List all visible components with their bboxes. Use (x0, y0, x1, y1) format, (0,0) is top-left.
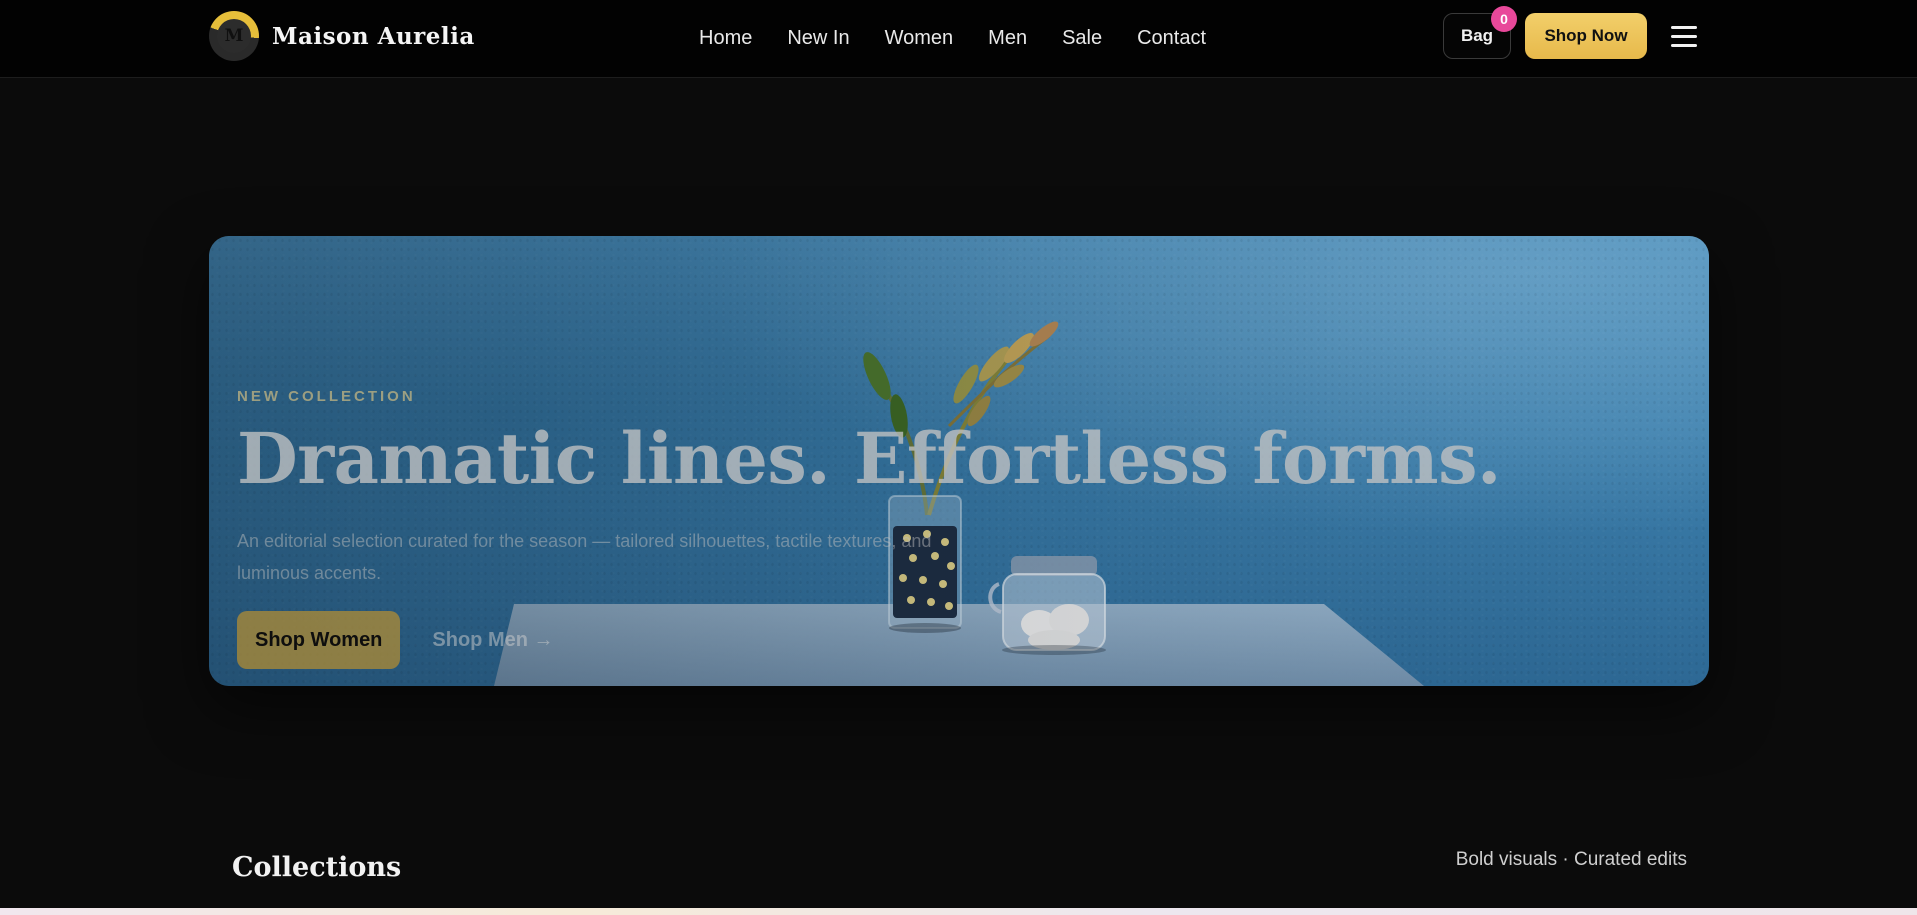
shop-men-link[interactable]: Shop Men → (432, 629, 553, 652)
hero-actions: Shop Women Shop Men → (237, 611, 1501, 669)
bag-button[interactable]: Bag 0 (1443, 6, 1517, 59)
shop-women-button[interactable]: Shop Women (237, 611, 401, 669)
collections-title: Collections (232, 852, 402, 883)
nav-item-sale[interactable]: Sale (1062, 24, 1102, 52)
shop-now-button[interactable]: Shop Now (1525, 13, 1647, 59)
nav-item-men[interactable]: Men (988, 24, 1027, 52)
nav-item-home[interactable]: Home (699, 24, 752, 52)
nav-item-contact[interactable]: Contact (1137, 24, 1206, 52)
site-header: M Maison Aurelia Home New In Women Men S… (0, 0, 1917, 78)
hero-content: NEW COLLECTION Dramatic lines. Effortles… (237, 388, 1501, 669)
hero-subtitle: An editorial selection curated for the s… (237, 531, 932, 583)
logo-mark-icon: M (209, 11, 259, 61)
hero-banner: NEW COLLECTION Dramatic lines. Effortles… (209, 236, 1709, 686)
nav-item-women[interactable]: Women (885, 24, 954, 52)
brand-logo-link[interactable]: M Maison Aurelia (209, 11, 475, 61)
collections-note: Bold visuals · Curated edits (1455, 849, 1687, 870)
hero-title: Dramatic lines. Effortless forms. (237, 417, 1501, 500)
hero-eyebrow: NEW COLLECTION (237, 388, 416, 405)
nav-item-new-in[interactable]: New In (787, 24, 849, 52)
bag-button-label: Bag (1460, 26, 1494, 45)
brand-name: Maison Aurelia (272, 22, 475, 50)
bag-count-badge: 0 (1491, 6, 1517, 32)
logo-letter: M (224, 26, 244, 46)
main-nav: Home New In Women Men Sale Contact (699, 24, 1241, 52)
collections-preview-strip (0, 908, 1917, 915)
hamburger-menu-icon[interactable] (1671, 24, 1697, 48)
